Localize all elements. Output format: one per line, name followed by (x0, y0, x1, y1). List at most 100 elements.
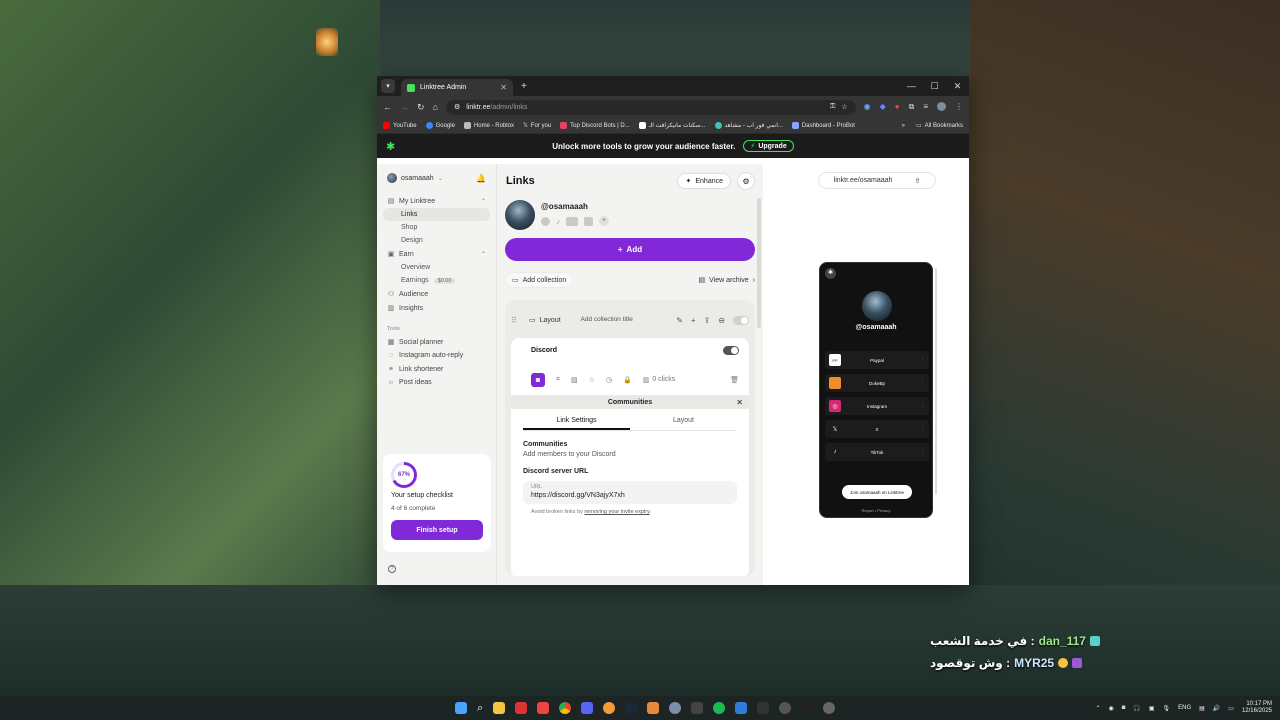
view-archive-button[interactable]: ▤ View archive › (698, 276, 755, 285)
extension-icon[interactable]: ◆ (880, 102, 886, 112)
youtube-icon[interactable] (566, 216, 578, 226)
tray-app-icon[interactable]: ◉ (1108, 705, 1113, 712)
bookmark-item[interactable]: Dashboard - ProBot (791, 122, 855, 129)
preview-link-x[interactable]: 𝕏 X ⋮ (825, 420, 929, 438)
add-social-icon[interactable]: + (599, 216, 609, 226)
add-icon[interactable]: + (691, 316, 696, 325)
sidebar-item-earn[interactable]: ▣ Earn ⌃ (383, 247, 490, 261)
extensions-puzzle-icon[interactable]: ⧉ (909, 102, 915, 112)
profile-avatar[interactable] (937, 102, 946, 111)
app-icon[interactable] (735, 702, 748, 714)
enhance-button[interactable]: ✦ Enhance (677, 173, 731, 189)
lock-icon[interactable]: 🔒 (623, 376, 632, 384)
url-field-value[interactable]: https://discord.gg/VN3ajyX7xh (531, 492, 729, 499)
tiktok-icon[interactable]: ♪ (556, 217, 560, 226)
image-tool-icon[interactable]: ▨ (571, 376, 578, 384)
app-icon[interactable] (603, 702, 616, 714)
clock[interactable]: 10:17 PM 12/16/2025 (1242, 701, 1272, 715)
app-icon[interactable] (801, 702, 814, 714)
tab-linktree-admin[interactable]: Linktree Admin ✕ (401, 79, 513, 96)
maximize-button[interactable]: ☐ (923, 81, 946, 92)
address-bar[interactable]: ⚙ linktr.ee/admin/links ⚿ ☆ (445, 99, 856, 115)
chrome-icon[interactable] (559, 702, 572, 714)
minus-circle-icon[interactable]: ⊖ (718, 316, 725, 325)
network-icon[interactable]: ▤ (1199, 705, 1205, 712)
profile-handle[interactable]: @osamaaah (541, 202, 609, 211)
app-icon[interactable] (669, 702, 682, 714)
sidebar-item-audience[interactable]: ⚇ Audience (383, 287, 490, 301)
sidebar-item-post-ideas[interactable]: ☼ Post ideas (383, 376, 490, 389)
sidebar-item-links[interactable]: Links (383, 208, 490, 221)
share-icon[interactable]: ⇪ (704, 316, 711, 325)
edit-pencil-icon[interactable]: ✎ (676, 316, 683, 325)
close-window-button[interactable]: ✕ (946, 81, 969, 92)
add-collection-button[interactable]: ▭ Add collection (505, 272, 574, 288)
sidebar-item-earnings[interactable]: Earnings $0.00 (383, 274, 490, 287)
bookmark-item[interactable]: Google (425, 122, 455, 129)
app-icon[interactable] (537, 702, 550, 714)
app-icon[interactable] (647, 702, 660, 714)
reload-icon[interactable]: ↻ (417, 102, 425, 113)
minimize-button[interactable]: — (900, 81, 923, 92)
upgrade-button[interactable]: ⚡ Upgrade (743, 140, 794, 152)
sidebar-item-my-linktree[interactable]: ▤ My Linktree ⌃ (383, 194, 490, 208)
menu-icon[interactable]: ⋮ (955, 102, 963, 112)
discord-url-field[interactable]: URL https://discord.gg/VN3ajyX7xh (523, 481, 737, 504)
bookmark-item[interactable]: انمي فور اب - مشاهد... (714, 122, 783, 129)
tray-chevron-icon[interactable]: ⌃ (1095, 705, 1100, 712)
linktree-logo-icon[interactable]: ✱ (386, 140, 395, 153)
bookmark-item[interactable]: Home - Roblox (463, 122, 514, 129)
close-tab-icon[interactable]: ✕ (500, 83, 507, 92)
app-icon[interactable] (757, 702, 770, 714)
site-info-icon[interactable]: ⚙ (454, 103, 460, 111)
app-icon[interactable] (515, 702, 528, 714)
bookmark-item[interactable]: Top Discord Bots | D... (560, 122, 630, 129)
home-icon[interactable]: ⌂ (433, 102, 438, 112)
account-switcher[interactable]: osamaaah ⌄ 🔔 (383, 170, 490, 186)
discord-icon[interactable]: ◙ (531, 373, 545, 387)
trash-icon[interactable]: 🗑 (730, 376, 739, 384)
app-icon[interactable] (779, 702, 792, 714)
file-explorer-icon[interactable] (493, 702, 506, 714)
settings-gear-icon[interactable]: ⚙ (737, 172, 755, 190)
sidebar-item-social-planner[interactable]: ▦ Social planner (383, 335, 490, 349)
collection-layout-button[interactable]: ▭ Layout (529, 316, 561, 325)
preview-link-instagram[interactable]: ◎ Instagram ⋮ (825, 397, 929, 415)
share-icon[interactable]: ⇪ (914, 177, 920, 185)
star-icon[interactable]: ☆ (589, 376, 595, 384)
join-linktree-button[interactable]: Join osamaaah on Linktree (842, 485, 912, 499)
link-title[interactable]: Discord (531, 347, 557, 354)
sparkle-icon[interactable]: ✱ (825, 268, 836, 279)
key-icon[interactable]: ⚿ (830, 103, 835, 111)
bookmark-item[interactable]: 𝕏 For you (523, 122, 551, 130)
clicks-count[interactable]: ▥ 0 clicks (643, 376, 676, 384)
collection-visibility-toggle[interactable] (733, 315, 749, 325)
collection-title-input[interactable]: Add collection title (577, 316, 637, 324)
bell-icon[interactable]: 🔔 (476, 174, 486, 183)
profile-avatar[interactable] (505, 200, 535, 230)
forward-icon[interactable]: → (400, 102, 409, 112)
search-icon[interactable]: ⌕ (477, 702, 483, 715)
remove-invite-expiry-link[interactable]: removing your invite expiry (584, 509, 649, 515)
headset-icon[interactable]: 🎧 (1133, 705, 1140, 712)
sidebar-item-shop[interactable]: Shop (383, 221, 490, 234)
discord-icon[interactable] (581, 702, 594, 714)
preview-link-paypal[interactable]: PP Paypal ⋮ (825, 351, 929, 369)
battery-icon[interactable]: ▭ (1228, 705, 1234, 712)
bookmark-star-icon[interactable]: ☆ (841, 103, 847, 111)
steam-icon[interactable] (625, 702, 638, 714)
extension-icon[interactable]: ◉ (864, 102, 871, 112)
language-indicator[interactable]: ENG (1178, 705, 1191, 711)
tab-link-settings[interactable]: Link Settings (523, 417, 630, 430)
sidebar-item-overview[interactable]: Overview (383, 261, 490, 274)
tab-search-button[interactable]: ▾ (381, 79, 395, 93)
sidebar-item-insights[interactable]: ▥ Insights (383, 301, 490, 315)
app-icon[interactable] (823, 702, 836, 714)
editor-scrollbar[interactable] (757, 198, 761, 328)
media-icon[interactable]: ≡ (923, 102, 928, 112)
sidebar-item-instagram-autoreply[interactable]: ◌ Instagram auto-reply (383, 349, 490, 362)
schedule-icon[interactable]: ◷ (606, 376, 612, 384)
new-tab-button[interactable]: + (521, 81, 527, 92)
sidebar-item-design[interactable]: Design (383, 234, 490, 247)
back-icon[interactable]: ← (383, 102, 392, 112)
